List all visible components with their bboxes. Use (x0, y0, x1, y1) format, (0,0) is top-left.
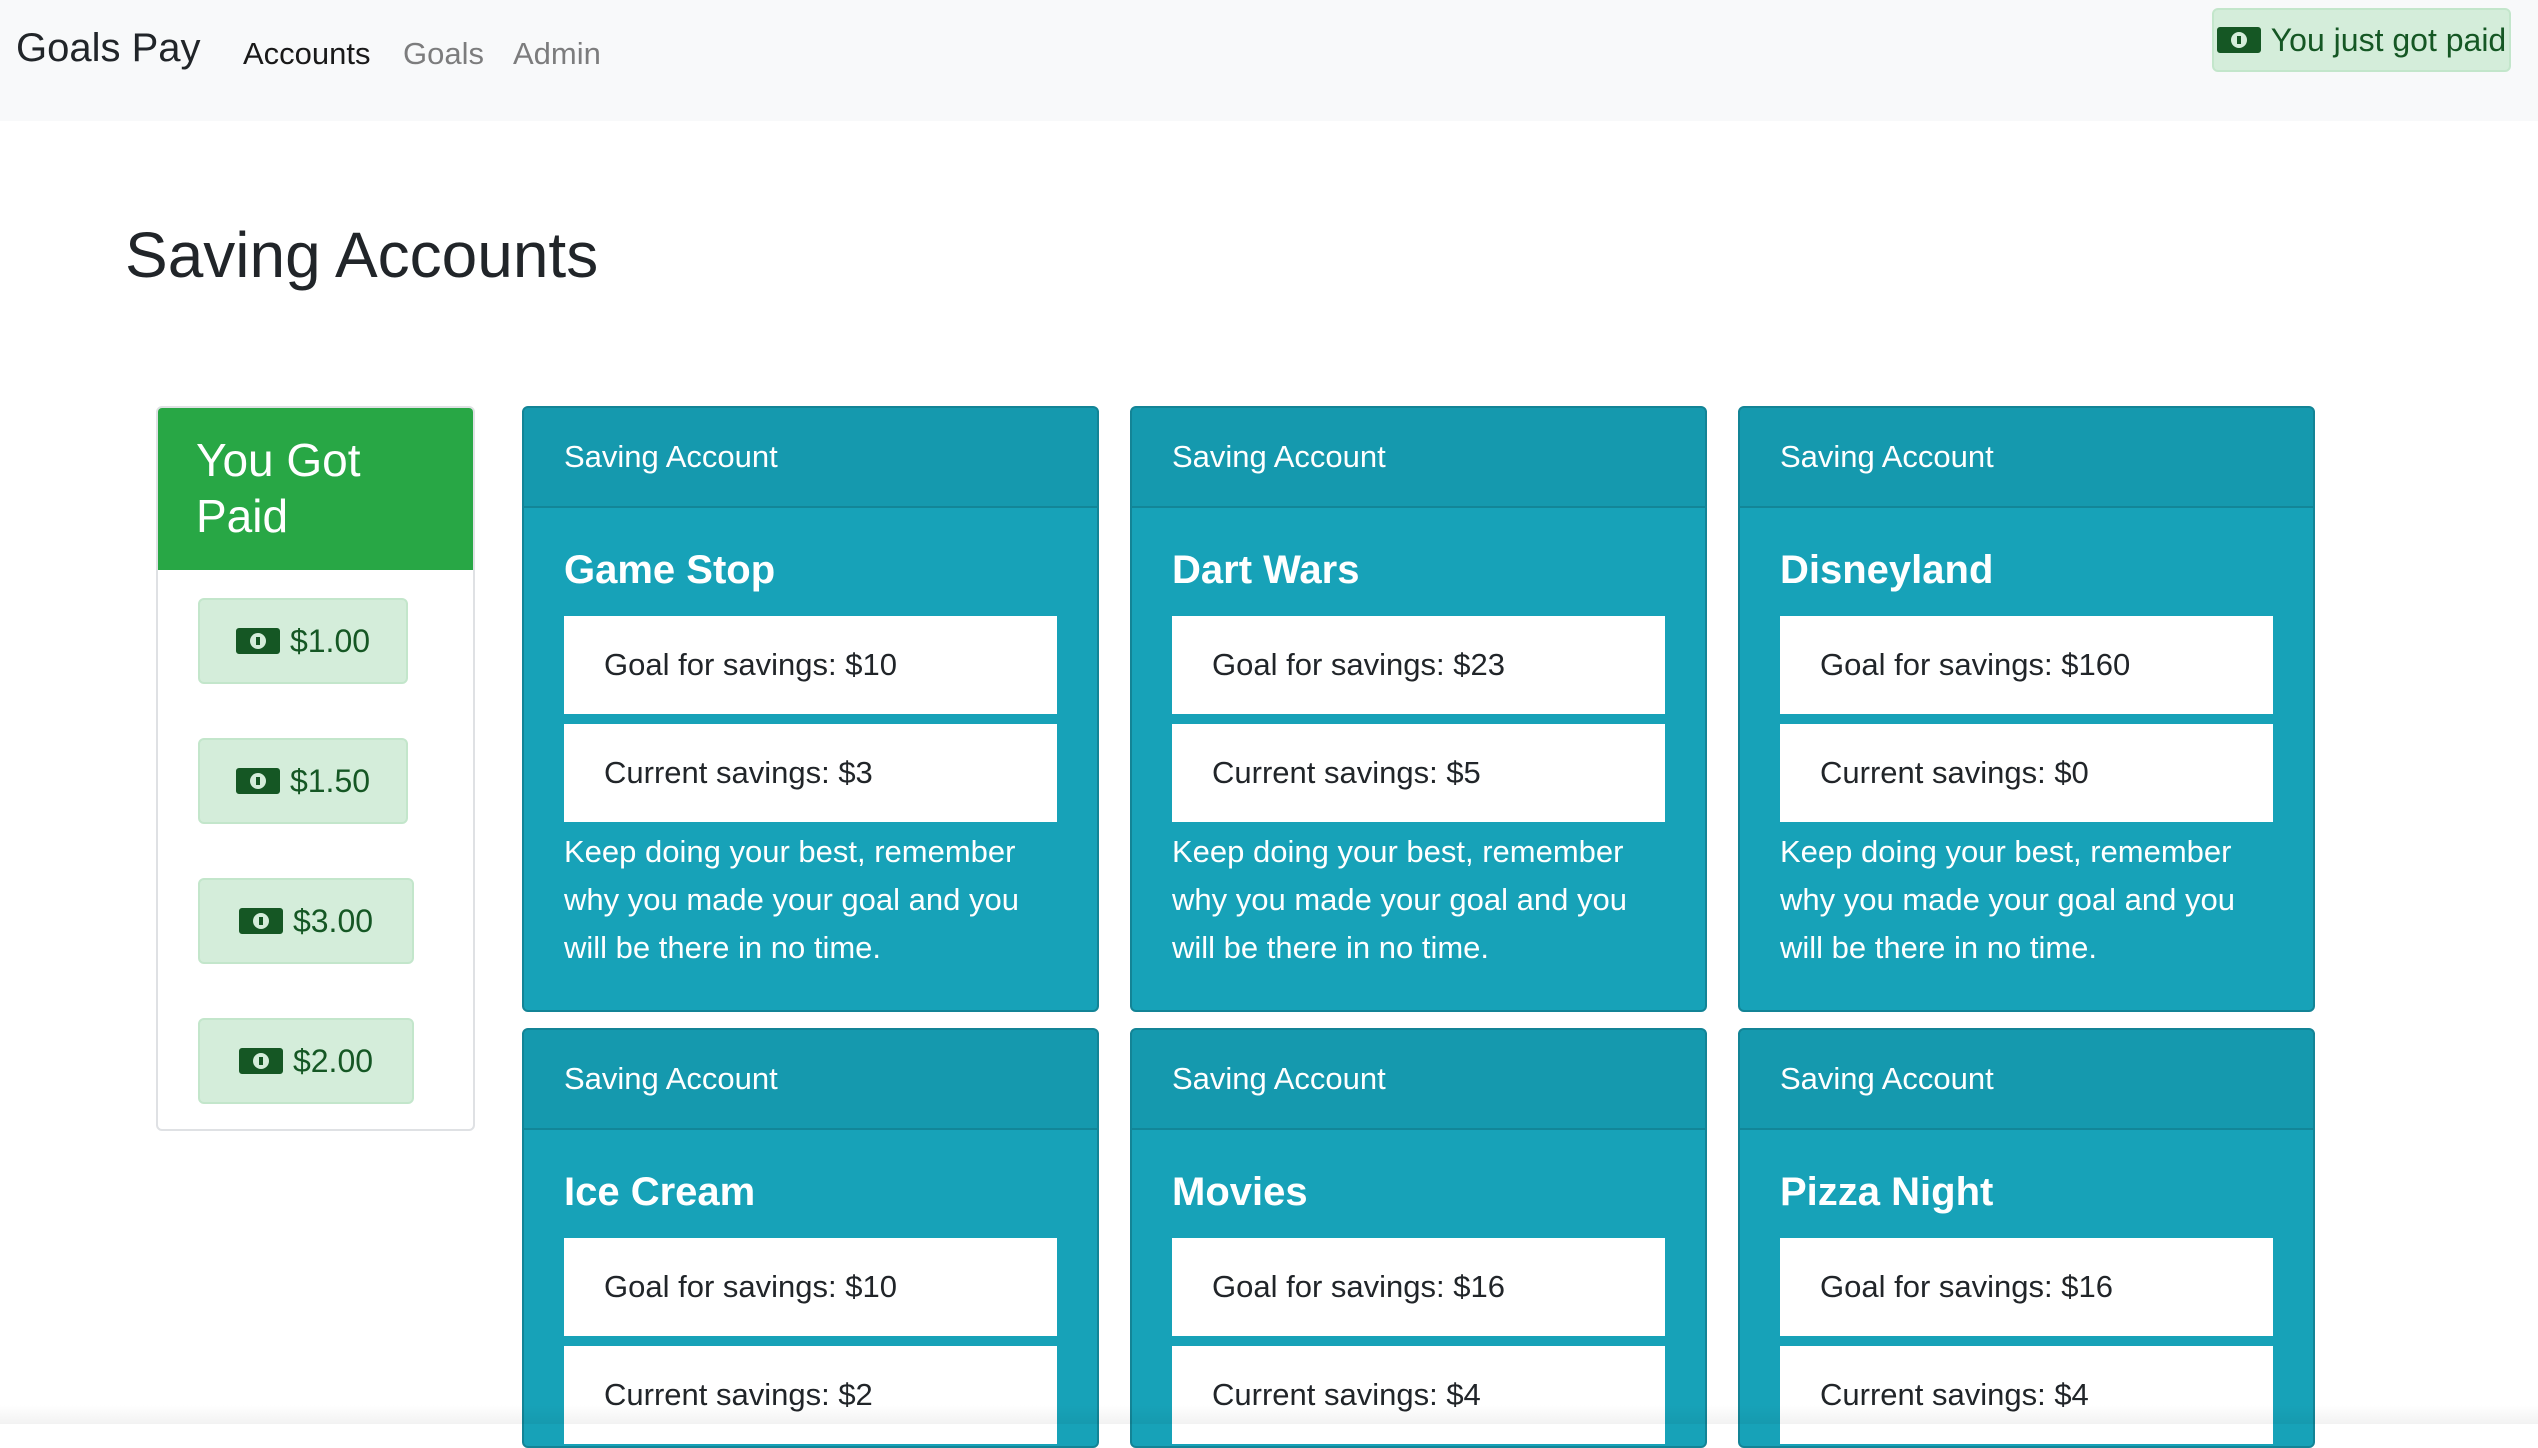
account-name: Pizza Night (1780, 1170, 1994, 1214)
nav-link-accounts[interactable]: Accounts (243, 36, 371, 72)
goal-amount: Goal for savings: $10 (564, 1238, 1057, 1336)
current-savings: Current savings: $3 (564, 724, 1057, 822)
money-bill-icon (235, 768, 280, 794)
card-header: Saving Account (1740, 1030, 2313, 1130)
money-bill-icon (238, 1048, 283, 1074)
goal-amount: Goal for savings: $23 (1172, 616, 1665, 714)
card-header: Saving Account (1132, 1030, 1705, 1130)
current-savings: Current savings: $5 (1172, 724, 1665, 822)
account-name: Dart Wars (1172, 548, 1360, 592)
payment-button-1[interactable]: $1.00 (198, 598, 408, 684)
current-savings: Current savings: $4 (1172, 1346, 1665, 1444)
goal-amount: Goal for savings: $16 (1172, 1238, 1665, 1336)
you-got-paid-panel: You Got Paid $1.00 $1.50 $3.00 $2.00 (156, 406, 475, 1131)
saving-account-card: Saving Account Disneyland Goal for savin… (1738, 406, 2315, 1012)
nav-link-goals[interactable]: Goals (403, 36, 484, 72)
saving-account-card: Saving Account Movies Goal for savings: … (1130, 1028, 1707, 1448)
navbar: Goals Pay Accounts Goals Admin You just … (0, 0, 2538, 121)
saving-account-card: Saving Account Pizza Night Goal for savi… (1738, 1028, 2315, 1448)
money-bill-icon (235, 628, 280, 654)
nav-link-admin[interactable]: Admin (513, 36, 601, 72)
account-name: Ice Cream (564, 1170, 756, 1214)
card-header: Saving Account (524, 408, 1097, 508)
goal-amount: Goal for savings: $10 (564, 616, 1057, 714)
account-name: Movies (1172, 1170, 1308, 1214)
payment-amount: $1.50 (289, 762, 371, 799)
account-name: Disneyland (1780, 548, 1994, 592)
current-savings: Current savings: $2 (564, 1346, 1057, 1444)
page-title: Saving Accounts (125, 219, 599, 291)
payment-button-2[interactable]: $1.50 (198, 738, 408, 824)
current-savings: Current savings: $4 (1780, 1346, 2273, 1444)
current-savings: Current savings: $0 (1780, 724, 2273, 822)
payment-amount: $3.00 (292, 902, 374, 939)
payment-button-4[interactable]: $2.00 (198, 1018, 414, 1104)
goal-amount: Goal for savings: $160 (1780, 616, 2273, 714)
brand-logo[interactable]: Goals Pay (16, 26, 201, 71)
money-bill-icon (2216, 27, 2261, 53)
card-header: Saving Account (1740, 408, 2313, 508)
saving-account-card: Saving Account Ice Cream Goal for saving… (522, 1028, 1099, 1448)
encouragement-text: Keep doing your best, remember why you m… (1172, 834, 1627, 965)
card-header: Saving Account (1132, 408, 1705, 508)
money-bill-icon (238, 908, 283, 934)
goal-amount: Goal for savings: $16 (1780, 1238, 2273, 1336)
payment-amount: $2.00 (292, 1042, 374, 1079)
paid-button-label: You just got paid (2270, 21, 2507, 58)
payment-button-3[interactable]: $3.00 (198, 878, 414, 964)
you-just-got-paid-button[interactable]: You just got paid (2212, 8, 2511, 72)
encouragement-text: Keep doing your best, remember why you m… (1780, 834, 2235, 965)
saving-account-card: Saving Account Game Stop Goal for saving… (522, 406, 1099, 1012)
bottom-shadow (0, 1405, 2538, 1424)
paid-panel-title: You Got Paid (158, 408, 473, 570)
saving-account-card: Saving Account Dart Wars Goal for saving… (1130, 406, 1707, 1012)
card-header: Saving Account (524, 1030, 1097, 1130)
payment-amount: $1.00 (289, 622, 371, 659)
account-name: Game Stop (564, 548, 776, 592)
encouragement-text: Keep doing your best, remember why you m… (564, 834, 1019, 965)
